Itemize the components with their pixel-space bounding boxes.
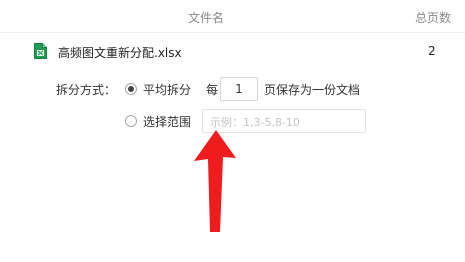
pages-per-file-input[interactable]: 1 — [220, 77, 258, 101]
file-name: 高频图文重新分配.xlsx — [58, 46, 182, 60]
excel-file-icon — [34, 43, 47, 59]
pages-per-file-suffix: 页保存为一份文档 — [264, 83, 361, 97]
split-mode-label: 拆分方式： — [56, 83, 117, 97]
every-label: 每 — [206, 83, 219, 97]
file-name-column-header: 文件名 — [188, 11, 225, 25]
average-split-radio[interactable] — [125, 83, 137, 95]
red-arrow-icon — [194, 130, 236, 232]
average-split-label[interactable]: 平均拆分 — [143, 81, 191, 98]
select-range-radio[interactable] — [125, 115, 137, 127]
page-count-column-header: 总页数 — [415, 11, 452, 25]
table-header: 文件名 总页数 — [0, 0, 465, 33]
file-page-count: 2 — [428, 44, 436, 58]
select-range-label[interactable]: 选择范围 — [143, 113, 191, 130]
file-row[interactable]: 高频图文重新分配.xlsx 2 — [0, 34, 465, 68]
